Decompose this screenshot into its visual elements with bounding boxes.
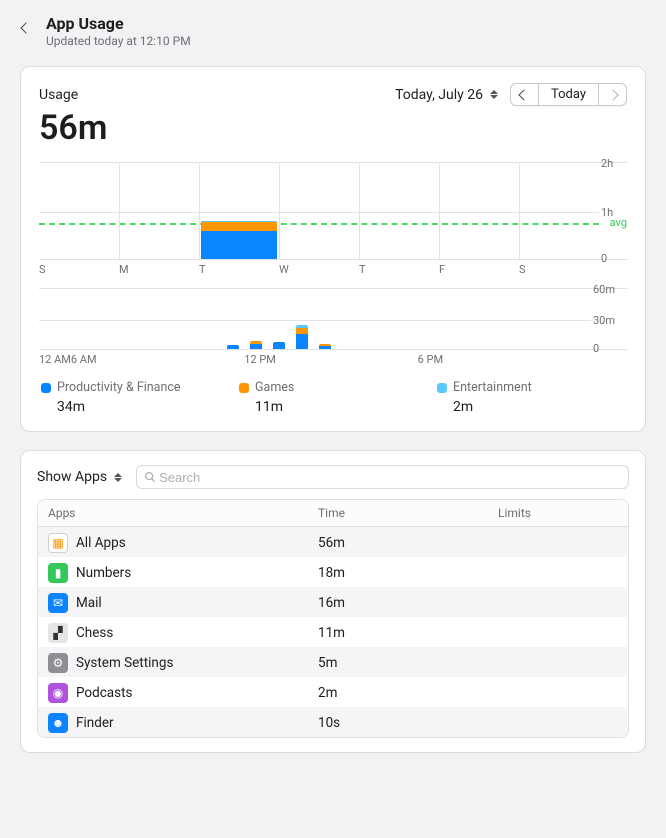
prev-day-button[interactable] — [510, 83, 538, 106]
app-name: Chess — [76, 625, 113, 641]
legend-item: Productivity & Finance — [41, 380, 191, 395]
hourly-xaxis: 12 AM6 AM12 PM6 PM — [39, 353, 591, 366]
app-name: All Apps — [76, 535, 126, 551]
app-icon: ⚙ — [48, 653, 68, 673]
legend-value: 34m — [41, 399, 191, 415]
back-button[interactable] — [20, 18, 32, 38]
today-button[interactable]: Today — [538, 83, 599, 106]
app-icon: ◉ — [48, 683, 68, 703]
hourly-chart: 60m 30m 0 — [39, 288, 627, 350]
search-icon — [143, 470, 157, 484]
show-apps-label: Show Apps — [37, 469, 107, 485]
app-time: 16m — [318, 595, 498, 611]
usage-label: Usage — [39, 87, 78, 103]
legend: Productivity & Finance 34m Games 11m Enterta… — [39, 380, 627, 415]
avg-label: avg — [610, 216, 627, 229]
app-icon: ☻ — [48, 713, 68, 733]
app-time: 5m — [318, 655, 498, 671]
hourly-ytick: 0 — [593, 342, 627, 355]
page-subtitle: Updated today at 12:10 PM — [46, 34, 191, 48]
table-row[interactable]: ✉ Mail 16m — [38, 587, 628, 617]
show-apps-dropdown[interactable]: Show Apps — [37, 469, 122, 485]
app-icon: ▦ — [48, 533, 68, 553]
col-apps[interactable]: Apps — [48, 506, 318, 520]
date-label: Today, July 26 — [395, 87, 483, 103]
table-row[interactable]: ⚙ System Settings 5m — [38, 647, 628, 677]
date-picker[interactable]: Today, July 26 — [395, 87, 498, 103]
app-name: System Settings — [76, 655, 173, 671]
stepper-icon — [114, 473, 122, 482]
weekly-chart: 2h 1h 0 avg — [39, 162, 627, 260]
usage-card: Usage Today, July 26 Today 56m 2h — [20, 66, 646, 432]
legend-swatch — [437, 383, 447, 393]
col-time[interactable]: Time — [318, 506, 498, 520]
app-icon: ▞ — [48, 623, 68, 643]
next-day-button[interactable] — [599, 83, 627, 106]
app-name: Finder — [76, 715, 114, 731]
legend-name: Entertainment — [453, 380, 532, 395]
app-time: 18m — [318, 565, 498, 581]
col-limits[interactable]: Limits — [498, 506, 618, 520]
app-time: 56m — [318, 535, 498, 551]
legend-item: Entertainment — [437, 380, 587, 395]
table-row[interactable]: ▮ Numbers 18m — [38, 557, 628, 587]
weekly-ytick: 0 — [601, 252, 627, 265]
app-name: Numbers — [76, 565, 131, 581]
usage-total: 56m — [39, 108, 627, 148]
app-time: 2m — [318, 685, 498, 701]
page-title: App Usage — [46, 14, 191, 33]
app-table: Apps Time Limits ▦ All Apps 56m ▮ Numbers 18m… — [37, 499, 629, 738]
legend-value: 11m — [239, 399, 389, 415]
app-icon: ✉ — [48, 593, 68, 613]
table-row[interactable]: ◉ Podcasts 2m — [38, 677, 628, 707]
legend-swatch — [41, 383, 51, 393]
table-row[interactable]: ▞ Chess 11m — [38, 617, 628, 647]
table-row[interactable]: ▦ All Apps 56m — [38, 527, 628, 557]
stepper-icon — [490, 90, 498, 99]
app-time: 11m — [318, 625, 498, 641]
app-name: Podcasts — [76, 685, 133, 701]
legend-value: 2m — [437, 399, 587, 415]
legend-swatch — [239, 383, 249, 393]
app-name: Mail — [76, 595, 102, 611]
weekly-ytick: 2h — [601, 157, 627, 170]
legend-item: Games — [239, 380, 389, 395]
search-input[interactable] — [157, 469, 622, 486]
hourly-ytick: 60m — [593, 283, 627, 296]
table-row[interactable]: ☻ Finder 10s — [38, 707, 628, 737]
app-icon: ▮ — [48, 563, 68, 583]
legend-name: Games — [255, 380, 294, 395]
apps-card: Show Apps Apps Time Limits ▦ All Apps 56m ▮… — [20, 450, 646, 753]
hourly-ytick: 30m — [593, 314, 627, 327]
weekly-xaxis: SMTWTFS — [39, 263, 599, 276]
app-time: 10s — [318, 715, 498, 731]
legend-name: Productivity & Finance — [57, 380, 181, 395]
search-box[interactable] — [136, 465, 629, 489]
